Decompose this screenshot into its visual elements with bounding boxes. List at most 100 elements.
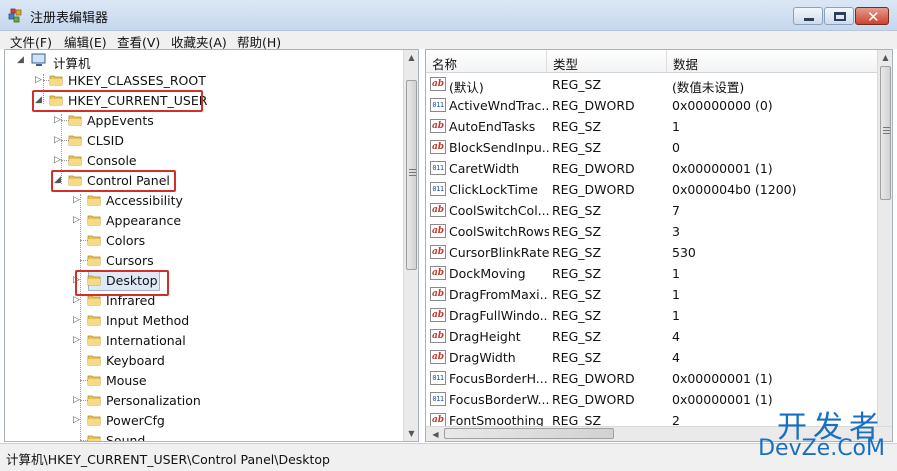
value-type: REG_SZ <box>552 140 602 155</box>
expand-arrow-icon[interactable]: ▷ <box>73 395 80 405</box>
value-type: REG_SZ <box>552 287 602 302</box>
expand-arrow-icon[interactable]: ▷ <box>54 115 61 125</box>
scroll-down-arrow-icon[interactable]: ▼ <box>404 426 418 441</box>
expand-arrow-icon[interactable]: ▷ <box>73 195 80 205</box>
tree-node[interactable]: ▷ Input Method <box>73 311 373 331</box>
value-data: 7 <box>672 203 680 218</box>
scroll-thumb-horizontal[interactable] <box>444 428 614 439</box>
value-row[interactable]: ab CoolSwitchRows REG_SZ 3 <box>426 221 876 242</box>
column-header-data[interactable]: 数据 <box>667 50 879 73</box>
value-row[interactable]: ab AutoEndTasks REG_SZ 1 <box>426 116 876 137</box>
value-row[interactable]: ab BlockSendInpu... REG_SZ 0 <box>426 137 876 158</box>
expand-arrow-icon[interactable]: ▷ <box>54 135 61 145</box>
folder-icon <box>87 355 101 366</box>
value-data: 1 <box>672 266 680 281</box>
tree-node[interactable]: ▷ Personalization <box>73 391 373 411</box>
value-row[interactable]: ab DragWidth REG_SZ 4 <box>426 347 876 368</box>
dword-value-icon: 011 <box>430 161 446 175</box>
values-pane: 名称 类型 数据 ab (默认) REG_SZ (数值未设置) 011 ActiveWnd… <box>425 49 893 442</box>
value-data: (数值未设置) <box>672 80 745 95</box>
value-row[interactable]: 011 FocusBorderH... REG_DWORD 0x00000001 (1… <box>426 368 876 389</box>
expand-arrow-icon[interactable]: ▷ <box>35 75 42 85</box>
value-type: REG_SZ <box>552 350 602 365</box>
tree-root[interactable]: ◢ 计算机 <box>17 51 217 71</box>
tree-node[interactable]: ▷ Appearance <box>73 211 373 231</box>
value-type: REG_DWORD <box>552 392 635 407</box>
dword-value-icon: 011 <box>430 182 446 196</box>
expand-arrow-icon[interactable]: ▷ <box>73 295 80 305</box>
value-row[interactable]: 011 CaretWidth REG_DWORD 0x00000001 (1) <box>426 158 876 179</box>
folder-icon <box>68 155 82 166</box>
value-type: REG_SZ <box>552 203 602 218</box>
highlight-desktop <box>75 270 169 296</box>
column-header-type[interactable]: 类型 <box>547 50 667 73</box>
string-value-icon: ab <box>430 413 446 426</box>
value-name: CoolSwitchCol... <box>449 203 549 218</box>
folder-icon <box>68 115 82 126</box>
tree-node[interactable]: Cursors <box>73 251 373 271</box>
tree-label: Console <box>87 153 137 168</box>
values-vertical-scrollbar[interactable]: ▲ <box>877 50 892 428</box>
value-row[interactable]: ab CoolSwitchCol... REG_SZ 7 <box>426 200 876 221</box>
value-row[interactable]: ab CursorBlinkRate REG_SZ 530 <box>426 242 876 263</box>
window-title: 注册表编辑器 <box>30 11 109 26</box>
tree-node[interactable]: Colors <box>73 231 373 251</box>
value-row[interactable]: ab DragHeight REG_SZ 4 <box>426 326 876 347</box>
value-type: REG_SZ <box>552 119 602 134</box>
tree-node[interactable]: ▷ Accessibility <box>73 191 373 211</box>
expand-arrow-icon[interactable]: ▷ <box>73 335 80 345</box>
title-bar: 注册表编辑器 ✕ <box>0 0 897 31</box>
value-name: DragFullWindo... <box>449 308 549 323</box>
tree-label: Mouse <box>106 373 147 388</box>
scroll-left-arrow-icon[interactable]: ◀ <box>428 427 443 441</box>
scroll-up-arrow-icon[interactable]: ▲ <box>404 50 418 65</box>
expand-arrow-icon[interactable]: ▷ <box>73 215 80 225</box>
string-value-icon: ab <box>430 329 446 343</box>
expand-arrow-icon[interactable]: ▷ <box>73 315 80 325</box>
value-type: REG_SZ <box>552 308 602 323</box>
tree-node[interactable]: ▷ Console <box>54 151 354 171</box>
tree-label: Appearance <box>106 213 182 228</box>
value-data: 1 <box>672 308 680 323</box>
minimize-button[interactable] <box>793 7 823 25</box>
tree-vertical-scrollbar[interactable]: ▲ ▼ <box>403 50 418 441</box>
tree-label: HKEY_CLASSES_ROOT <box>68 73 206 88</box>
value-row[interactable]: 011 ClickLockTime REG_DWORD 0x000004b0 (120… <box>426 179 876 200</box>
value-row[interactable]: ab DragFromMaxi... REG_SZ 1 <box>426 284 876 305</box>
value-data: 3 <box>672 224 680 239</box>
value-row[interactable]: ab (默认) REG_SZ (数值未设置) <box>426 74 876 95</box>
maximize-icon <box>834 12 846 21</box>
value-row[interactable]: ab DockMoving REG_SZ 1 <box>426 263 876 284</box>
scroll-thumb[interactable] <box>406 80 417 270</box>
tree-node[interactable]: ▷ CLSID <box>54 131 354 151</box>
close-button[interactable]: ✕ <box>855 7 889 26</box>
tree-node[interactable]: ▷ International <box>73 331 373 351</box>
maximize-button[interactable] <box>824 7 854 25</box>
folder-icon <box>87 315 101 326</box>
value-type: REG_SZ <box>552 329 602 344</box>
tree-label: AppEvents <box>87 113 154 128</box>
expand-arrow-icon[interactable]: ▷ <box>73 415 80 425</box>
column-header-name[interactable]: 名称 <box>426 50 547 73</box>
value-name: FocusBorderH... <box>449 371 548 386</box>
value-name: ClickLockTime <box>449 182 538 197</box>
tree-node[interactable]: ▷ HKEY_CLASSES_ROOT <box>35 71 335 91</box>
tree-node[interactable]: Mouse <box>73 371 373 391</box>
scroll-thumb[interactable] <box>880 66 891 200</box>
tree-label: Input Method <box>106 313 190 328</box>
dword-value-icon: 011 <box>430 392 446 406</box>
tree-node[interactable]: ▷ PowerCfg <box>73 411 373 431</box>
tree-node[interactable]: Keyboard <box>73 351 373 371</box>
value-type: REG_SZ <box>552 413 602 426</box>
menu-bar: 文件(F) 编辑(E) 查看(V) 收藏夹(A) 帮助(H) <box>0 31 897 50</box>
value-row[interactable]: ab DragFullWindo... REG_SZ 1 <box>426 305 876 326</box>
tree-node[interactable]: Sound <box>73 431 373 441</box>
tree-label: International <box>106 333 186 348</box>
value-row[interactable]: 011 ActiveWndTrac... REG_DWORD 0x00000000 (… <box>426 95 876 116</box>
expand-arrow-icon[interactable]: ▷ <box>54 155 61 165</box>
key-tree-pane: ◢ 计算机 ▷ HKEY_CLASSES_ROOT ◢ HKEY_CURRENT_US… <box>4 49 419 442</box>
collapse-arrow-icon[interactable]: ◢ <box>17 55 24 65</box>
scroll-up-arrow-icon[interactable]: ▲ <box>878 50 892 65</box>
tree-node[interactable]: ▷ AppEvents <box>54 111 354 131</box>
computer-icon <box>31 53 46 66</box>
